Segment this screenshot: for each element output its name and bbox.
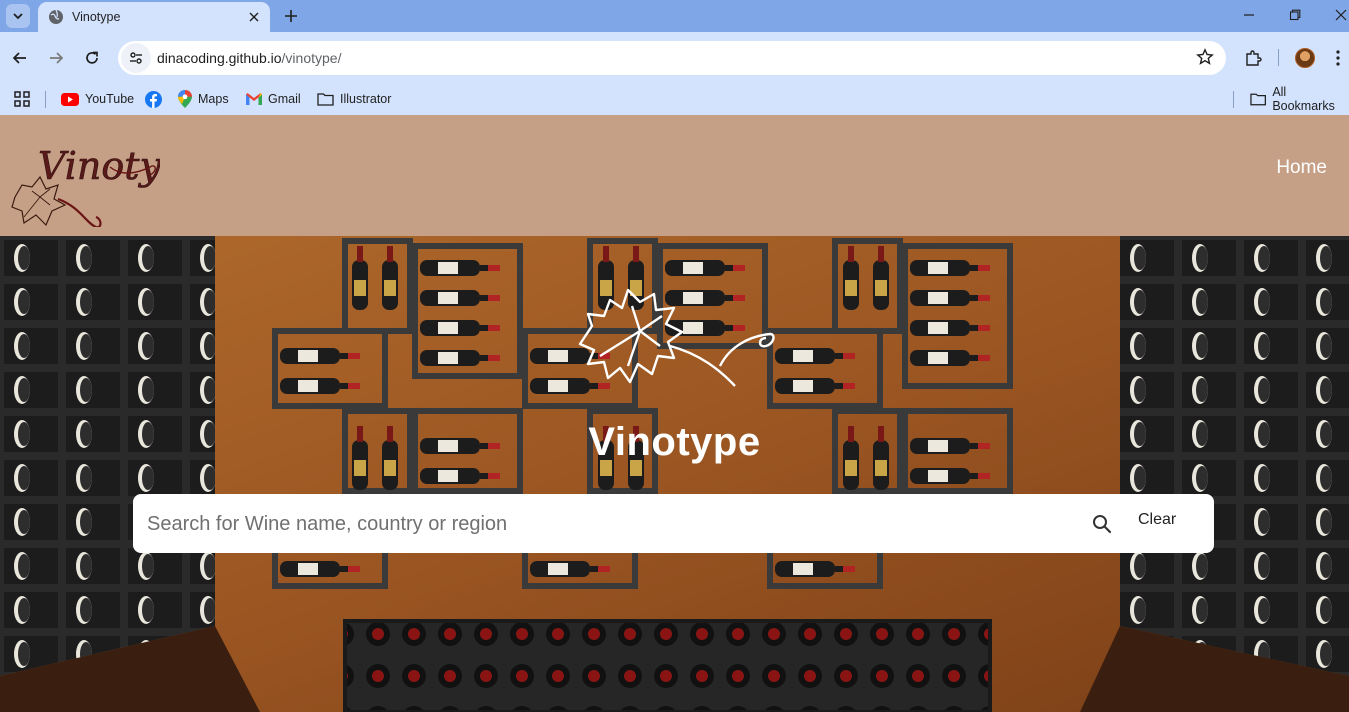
bookmark-label: Maps xyxy=(198,92,229,106)
puzzle-icon xyxy=(1246,50,1262,66)
bookmark-maps[interactable]: Maps xyxy=(178,88,229,110)
profile-button[interactable] xyxy=(1292,45,1318,71)
search-input[interactable] xyxy=(147,504,1067,544)
restore-icon xyxy=(1289,9,1301,21)
bookmark-star-icon[interactable] xyxy=(1196,48,1214,71)
bookmarks-bar: YouTube Maps Gmail Illustrator All Bookm… xyxy=(0,84,1349,115)
youtube-icon xyxy=(61,92,79,106)
new-tab-button[interactable] xyxy=(280,5,302,27)
site-info-button[interactable] xyxy=(121,43,151,73)
apps-grid-icon xyxy=(14,91,30,107)
arrow-right-icon xyxy=(50,52,64,64)
bookmark-label: Gmail xyxy=(268,92,301,106)
search-icon xyxy=(1093,515,1112,534)
close-icon xyxy=(1335,9,1347,21)
browser-tab-vinotype[interactable]: Vinotype xyxy=(38,2,270,32)
restore-button[interactable] xyxy=(1280,4,1310,26)
maps-icon xyxy=(178,90,192,108)
apps-button[interactable] xyxy=(14,88,30,110)
reload-icon xyxy=(86,51,98,64)
avatar xyxy=(1295,48,1315,68)
folder-icon xyxy=(1250,93,1266,106)
search-button[interactable] xyxy=(1090,512,1114,536)
nav-home-link[interactable]: Home xyxy=(1276,157,1327,179)
bookmark-label: Illustrator xyxy=(340,92,392,106)
browser-menu-button[interactable] xyxy=(1328,45,1348,71)
browser-toolbar: dinacoding.github.io/vinotype/ xyxy=(0,32,1349,84)
url-text: dinacoding.github.io/vinotype/ xyxy=(157,50,341,66)
extensions-button[interactable] xyxy=(1240,45,1266,71)
plus-icon xyxy=(285,10,297,22)
bookmark-folder-illustrator[interactable]: Illustrator xyxy=(317,88,391,110)
tab-search-button[interactable] xyxy=(6,4,30,28)
site-header: Vinotype Home xyxy=(0,115,1349,236)
bookmarks-divider xyxy=(1233,91,1234,108)
url-host: dinacoding.github.io xyxy=(157,50,282,66)
folder-icon xyxy=(317,93,334,106)
address-bar[interactable]: dinacoding.github.io/vinotype/ xyxy=(118,41,1226,75)
hero-title: Vinotype xyxy=(588,420,761,464)
minimize-icon xyxy=(1244,14,1254,16)
tab-title: Vinotype xyxy=(72,10,121,24)
more-vertical-icon xyxy=(1336,50,1340,66)
chevron-down-icon xyxy=(13,13,23,20)
forward-button[interactable] xyxy=(43,45,69,71)
bookmark-youtube[interactable]: YouTube xyxy=(61,88,134,110)
logo-text: Vinotype xyxy=(38,144,160,188)
vinotype-logo[interactable]: Vinotype xyxy=(10,127,160,227)
tune-icon xyxy=(130,52,142,64)
globe-icon xyxy=(49,9,63,24)
gmail-icon xyxy=(246,93,262,105)
tab-close-icon[interactable] xyxy=(246,9,262,25)
minimize-button[interactable] xyxy=(1234,4,1264,26)
search-bar: Clear xyxy=(133,494,1214,553)
all-bookmarks-label: All Bookmarks xyxy=(1272,85,1335,113)
close-window-button[interactable] xyxy=(1326,4,1349,26)
bookmark-gmail[interactable]: Gmail xyxy=(246,88,301,110)
reload-button[interactable] xyxy=(79,45,105,71)
url-path: /vinotype/ xyxy=(281,50,342,66)
tab-strip: Vinotype xyxy=(0,0,1349,32)
toolbar-divider xyxy=(1278,49,1279,66)
bookmarks-divider xyxy=(45,91,46,108)
bookmark-facebook[interactable] xyxy=(145,88,162,110)
hero-section: Vinotype Clear xyxy=(0,236,1349,712)
bookmark-label: YouTube xyxy=(85,92,135,106)
facebook-icon xyxy=(145,90,162,108)
all-bookmarks-button[interactable]: All Bookmarks xyxy=(1250,85,1349,113)
arrow-left-icon xyxy=(12,52,26,64)
back-button[interactable] xyxy=(7,45,33,71)
clear-button[interactable]: Clear xyxy=(1138,511,1176,529)
grape-leaf-icon xyxy=(578,288,775,387)
